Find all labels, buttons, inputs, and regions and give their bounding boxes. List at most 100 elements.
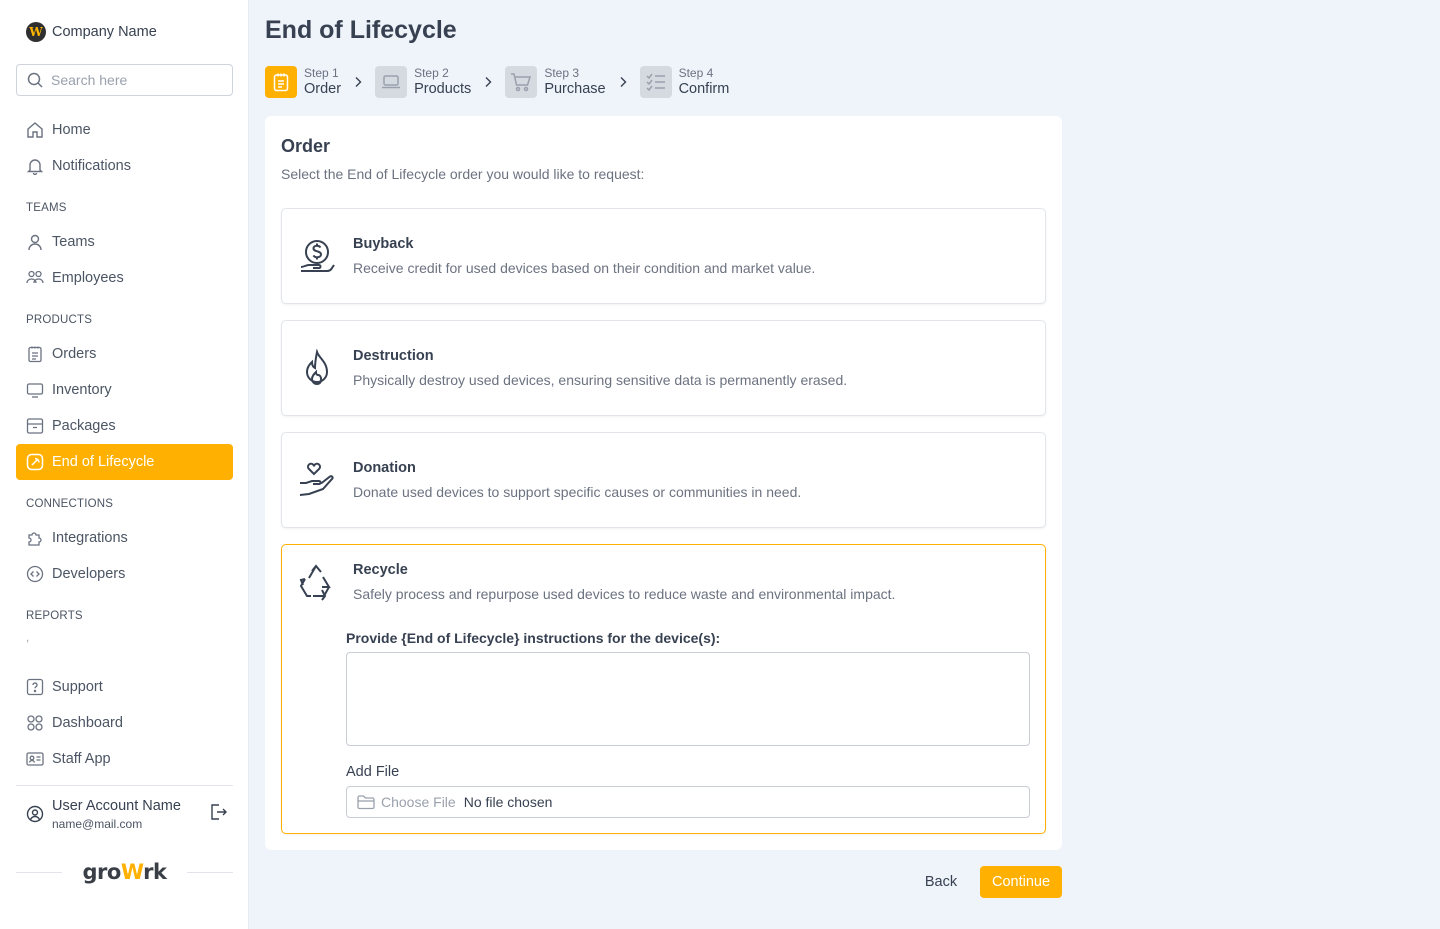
search-box[interactable] xyxy=(16,64,233,96)
step-products[interactable]: Step 2 Products xyxy=(375,66,471,98)
company-logo-icon: W xyxy=(26,22,46,42)
sidebar-item-label: Inventory xyxy=(52,382,112,398)
option-title: Recycle xyxy=(353,562,408,578)
sidebar-item-inventory[interactable]: Inventory xyxy=(16,372,233,408)
sidebar-item-integrations[interactable]: Integrations xyxy=(16,520,233,556)
home-icon xyxy=(27,122,43,138)
instructions-textarea[interactable] xyxy=(346,652,1030,746)
grid-icon xyxy=(27,715,43,731)
laptop-icon xyxy=(382,75,401,89)
user-account[interactable]: User Account Name name@mail.com xyxy=(26,796,233,832)
sidebar: W Company Name Home Notifications TEAMS … xyxy=(0,0,249,929)
help-icon xyxy=(26,678,44,696)
sidebar-item-end-of-lifecycle[interactable]: End of Lifecycle xyxy=(16,444,233,480)
search-input[interactable] xyxy=(51,72,221,88)
checklist-icon xyxy=(646,73,665,92)
sidebar-item-label: Dashboard xyxy=(52,715,123,731)
order-subtitle: Select the End of Lifecycle order you wo… xyxy=(281,166,645,182)
choose-file-button[interactable]: Choose File xyxy=(381,794,456,810)
archive-icon xyxy=(26,418,44,434)
sidebar-item-label: Notifications xyxy=(52,158,131,174)
option-description: Safely process and repurpose used device… xyxy=(353,586,896,602)
bell-icon xyxy=(26,159,44,175)
gauge-icon xyxy=(26,453,44,471)
step-label: Products xyxy=(414,81,472,98)
puzzle-icon xyxy=(28,532,42,546)
option-buyback[interactable]: Buyback Receive credit for used devices … xyxy=(281,208,1046,304)
option-title: Buyback xyxy=(353,236,414,252)
step-icon-box xyxy=(505,66,538,98)
order-card: Order Select the End of Lifecycle order … xyxy=(265,116,1062,850)
flame-icon xyxy=(305,349,329,385)
stepper: Step 1 Order Step 2 Products Step 3 Purc… xyxy=(265,65,729,99)
sidebar-item-label: Support xyxy=(52,679,103,695)
sidebar-item-home[interactable]: Home xyxy=(16,112,233,148)
sidebar-item-employees[interactable]: Employees xyxy=(16,260,233,296)
option-recycle[interactable]: Recycle Safely process and repurpose use… xyxy=(281,544,1046,834)
step-icon-box xyxy=(265,66,297,98)
user-email: name@mail.com xyxy=(52,816,143,831)
id-card-icon xyxy=(26,752,44,766)
step-confirm[interactable]: Step 4 Confirm xyxy=(639,66,730,98)
option-destruction[interactable]: Destruction Physically destroy used devi… xyxy=(281,320,1046,416)
cart-icon xyxy=(511,73,532,92)
sidebar-item-developers[interactable]: Developers xyxy=(16,556,233,592)
users-icon xyxy=(26,270,44,284)
chevron-right-icon xyxy=(485,77,492,87)
dollar-hand-icon xyxy=(300,240,335,272)
chevron-right-icon xyxy=(620,77,627,87)
growrk-logo: groWrk xyxy=(82,860,167,884)
sidebar-item-orders[interactable]: Orders xyxy=(16,336,233,372)
step-label: Confirm xyxy=(678,81,730,98)
sidebar-item-label: Employees xyxy=(52,270,124,286)
sidebar-item-teams[interactable]: Teams xyxy=(16,224,233,260)
section-title-connections: CONNECTIONS xyxy=(26,498,114,510)
sidebar-item-dashboard[interactable]: Dashboard xyxy=(16,705,233,741)
step-order[interactable]: Step 1 Order xyxy=(265,66,341,98)
step-label: Purchase xyxy=(544,81,606,98)
logout-icon[interactable] xyxy=(209,803,227,821)
code-icon xyxy=(26,565,44,583)
recycle-icon xyxy=(299,564,331,601)
option-description: Donate used devices to support specific … xyxy=(353,484,802,500)
heart-hand-icon xyxy=(299,462,334,496)
page-title: End of Lifecycle xyxy=(265,16,457,44)
continue-button[interactable]: Continue xyxy=(980,866,1062,898)
sidebar-item-notifications[interactable]: Notifications xyxy=(16,148,233,184)
user-circle-icon xyxy=(26,805,44,823)
clipboard-icon xyxy=(273,73,289,92)
step-purchase[interactable]: Step 3 Purchase xyxy=(505,66,606,98)
sidebar-item-staff-app[interactable]: Staff App xyxy=(16,741,233,777)
step-label: Order xyxy=(304,81,342,98)
step-number: Step 4 xyxy=(678,66,714,81)
step-number: Step 2 xyxy=(414,66,449,81)
sidebar-item-label: Developers xyxy=(52,566,126,582)
monitor-icon xyxy=(26,383,44,398)
sidebar-item-label: Packages xyxy=(52,418,116,434)
user-name: User Account Name xyxy=(52,797,181,814)
growrk-footer-logo: groWrk xyxy=(16,858,233,886)
back-button[interactable]: Back xyxy=(910,866,972,898)
user-icon xyxy=(28,234,42,251)
sidebar-item-label: Teams xyxy=(52,234,95,250)
option-description: Receive credit for used devices based on… xyxy=(353,260,816,276)
sidebar-item-support[interactable]: Support xyxy=(16,669,233,705)
section-title-products: PRODUCTS xyxy=(26,314,93,326)
brand[interactable]: W Company Name xyxy=(26,22,157,42)
option-title: Donation xyxy=(353,460,416,476)
file-status: No file chosen xyxy=(463,794,553,810)
file-input[interactable]: Choose File No file chosen xyxy=(346,786,1030,818)
sidebar-item-label: End of Lifecycle xyxy=(52,454,155,470)
chevron-right-icon xyxy=(355,77,362,87)
sidebar-item-label: Staff App xyxy=(52,751,111,767)
footer-line-right xyxy=(187,872,233,873)
sidebar-item-label: Integrations xyxy=(52,530,128,546)
sidebar-item-packages[interactable]: Packages xyxy=(16,408,233,444)
sidebar-item-label: Home xyxy=(52,122,91,138)
option-donation[interactable]: Donation Donate used devices to support … xyxy=(281,432,1046,528)
section-title-reports: REPORTS xyxy=(26,610,83,622)
search-icon xyxy=(27,72,43,88)
step-number: Step 3 xyxy=(544,66,580,81)
order-title: Order xyxy=(281,136,331,156)
sidebar-divider xyxy=(16,785,233,786)
